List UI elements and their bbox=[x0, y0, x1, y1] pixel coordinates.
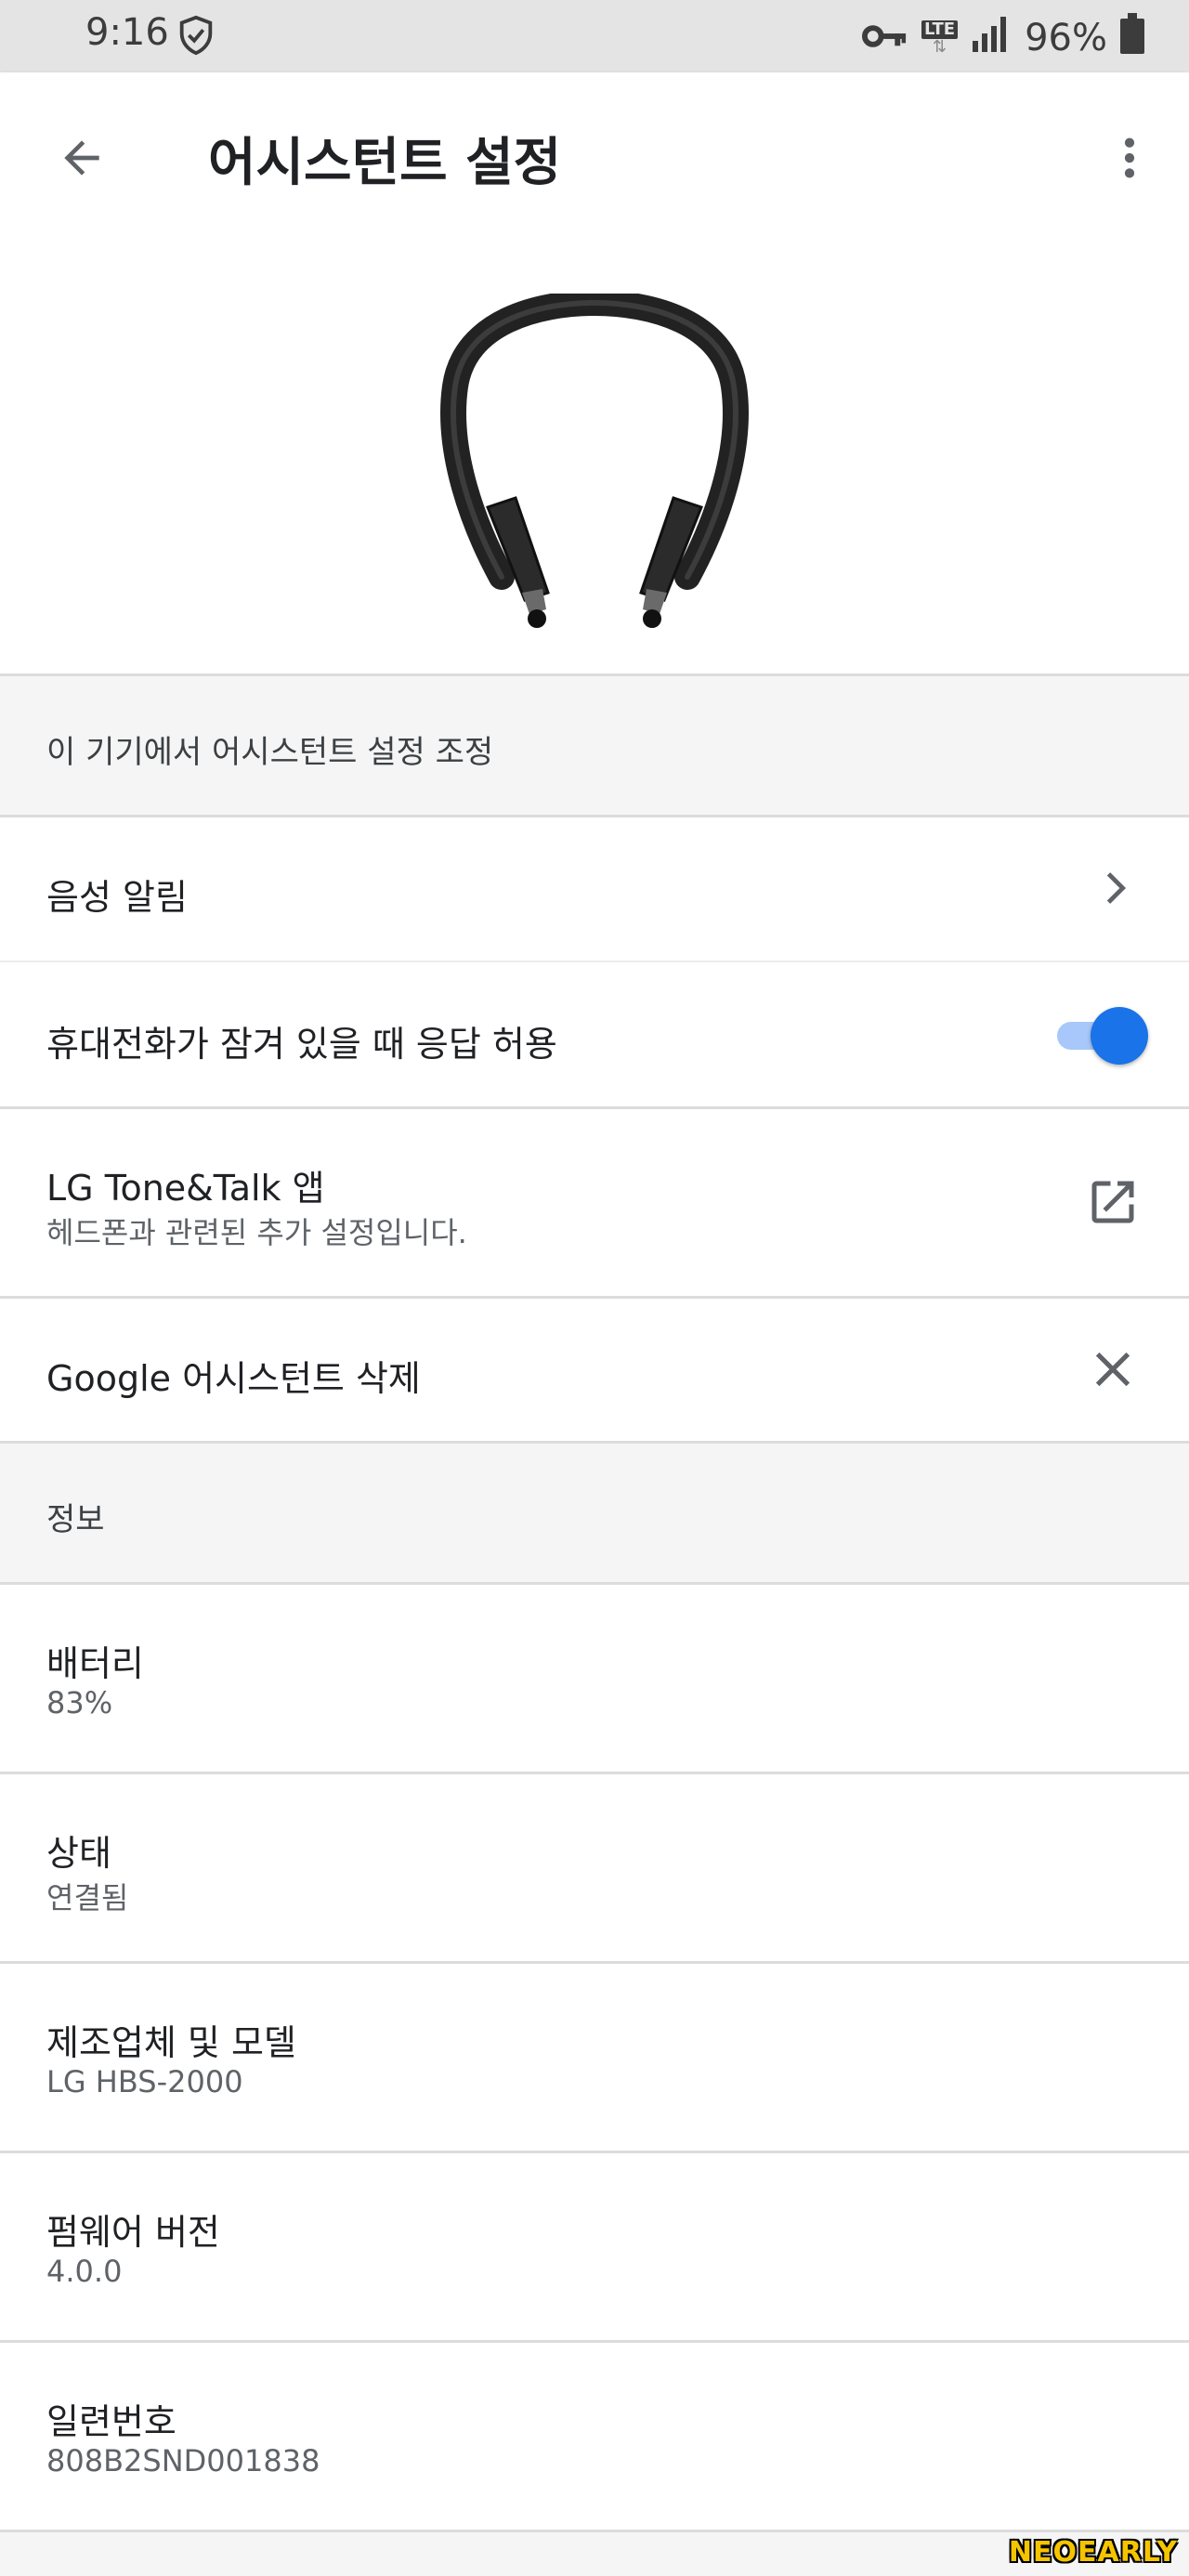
battery-value: 83% bbox=[46, 1685, 113, 1720]
status-indicators: LTE ⇅ 96% bbox=[862, 13, 1144, 63]
info-row-manufacturer-model: 제조업체 및 모델 LG HBS-2000 bbox=[0, 1964, 1189, 2153]
chevron-right-icon bbox=[1087, 860, 1143, 916]
open-in-new-icon bbox=[1083, 1172, 1143, 1232]
neckband-headphone-image bbox=[440, 294, 749, 628]
arrow-back-icon bbox=[64, 140, 99, 176]
info-row-battery: 배터리 83% bbox=[0, 1585, 1189, 1774]
section-header-info: 정보 bbox=[0, 1444, 1189, 1585]
row-title: Google 어시스턴트 삭제 bbox=[46, 1358, 421, 1399]
battery-icon bbox=[1120, 13, 1144, 63]
row-title: 일련번호 bbox=[46, 2401, 176, 2442]
lte-label: LTE bbox=[921, 20, 959, 39]
battery-percent: 96% bbox=[1025, 17, 1107, 59]
watermark: NEOEARLY bbox=[1008, 2536, 1178, 2569]
device-image-panel bbox=[0, 236, 1189, 676]
close-icon bbox=[1083, 1340, 1143, 1399]
lte-icon: LTE ⇅ bbox=[921, 20, 959, 56]
section-header-device-settings: 이 기기에서 어시스턴트 설정 조정 bbox=[0, 676, 1189, 817]
row-subtitle: 헤드폰과 관련된 추가 설정입니다. bbox=[46, 1215, 467, 1250]
info-row-serial: 일련번호 808B2SND001838 bbox=[0, 2343, 1189, 2532]
more-options-button[interactable] bbox=[1094, 123, 1165, 193]
signal-icon bbox=[971, 15, 1012, 61]
row-lg-tone-talk-app[interactable]: LG Tone&Talk 앱 헤드폰과 관련된 추가 설정입니다. bbox=[0, 1109, 1189, 1299]
row-title: 제조업체 및 모델 bbox=[46, 2022, 296, 2063]
row-title: 펌웨어 버전 bbox=[46, 2212, 220, 2253]
info-row-firmware: 펌웨어 버전 4.0.0 bbox=[0, 2153, 1189, 2343]
row-title: 상태 bbox=[46, 1833, 111, 1874]
row-allow-when-locked[interactable]: 휴대전화가 잠겨 있을 때 응답 허용 bbox=[0, 962, 1189, 1109]
row-title: LG Tone&Talk 앱 bbox=[46, 1168, 325, 1209]
allow-when-locked-toggle[interactable] bbox=[1052, 1007, 1148, 1065]
app-bar: 어시스턴트 설정 bbox=[0, 72, 1189, 236]
section-header-label: 정보 bbox=[46, 1501, 105, 1538]
status-value: 연결됨 bbox=[46, 1880, 129, 1916]
row-delete-assistant[interactable]: Google 어시스턴트 삭제 bbox=[0, 1299, 1189, 1444]
firmware-value: 4.0.0 bbox=[46, 2254, 123, 2289]
more-vert-icon bbox=[1124, 137, 1135, 178]
model-value: LG HBS-2000 bbox=[46, 2064, 243, 2099]
row-voice-notifications[interactable]: 음성 알림 bbox=[0, 817, 1189, 962]
info-row-status: 상태 연결됨 bbox=[0, 1774, 1189, 1964]
serial-value: 808B2SND001838 bbox=[46, 2443, 320, 2478]
shield-icon bbox=[175, 14, 217, 60]
row-title: 배터리 bbox=[46, 1643, 144, 1684]
page-title: 어시스턴트 설정 bbox=[208, 133, 562, 193]
section-header-label: 이 기기에서 어시스턴트 설정 조정 bbox=[46, 734, 494, 771]
vpn-key-icon bbox=[862, 17, 908, 59]
back-button[interactable] bbox=[46, 123, 117, 193]
status-bar: 9:16 LTE ⇅ 96% bbox=[0, 0, 1189, 72]
status-time: 9:16 bbox=[85, 11, 169, 54]
row-title: 휴대전화가 잠겨 있을 때 응답 허용 bbox=[46, 1024, 557, 1065]
row-title: 음성 알림 bbox=[46, 877, 188, 918]
